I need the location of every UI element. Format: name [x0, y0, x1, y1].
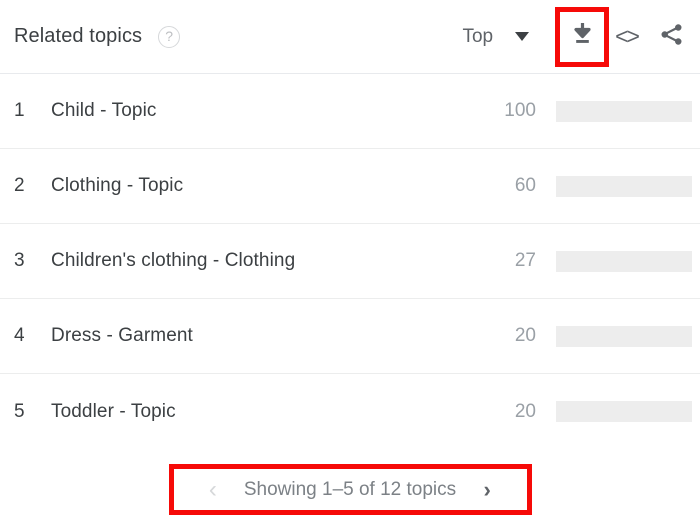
chevron-left-icon[interactable]: ‹	[196, 477, 230, 502]
row-bar-track	[556, 175, 692, 197]
row-bar-track	[556, 401, 692, 422]
row-topic-label[interactable]: Dress - Garment	[51, 325, 470, 347]
download-button[interactable]	[555, 6, 610, 67]
row-topic-label[interactable]: Child - Topic	[51, 100, 470, 122]
table-row[interactable]: 3 Children's clothing - Clothing 27	[0, 224, 700, 299]
embed-icon[interactable]: <>	[615, 23, 640, 50]
row-topic-label[interactable]: Children's clothing - Clothing	[51, 250, 470, 272]
row-topic-label[interactable]: Toddler - Topic	[51, 401, 470, 423]
table-row[interactable]: 2 Clothing - Topic 60	[0, 149, 700, 224]
related-topics-panel: Related topics ? Top <> 1 Child - Topic …	[0, 0, 700, 521]
row-topic-label[interactable]: Clothing - Topic	[51, 175, 470, 197]
row-bar-track	[556, 325, 692, 347]
row-value: 100	[504, 100, 536, 121]
panel-footer: ‹ Showing 1–5 of 12 topics ›	[0, 458, 700, 521]
row-bar-track	[556, 100, 692, 122]
chevron-right-icon[interactable]: ›	[470, 478, 504, 501]
share-icon	[659, 22, 684, 52]
pagination: ‹ Showing 1–5 of 12 topics ›	[168, 464, 532, 515]
page-title: Related topics	[14, 25, 143, 47]
row-value: 27	[514, 250, 536, 271]
table-row[interactable]: 5 Toddler - Topic 20	[0, 374, 700, 449]
row-rank: 3	[14, 250, 25, 271]
pagination-status: Showing 1–5 of 12 topics	[243, 478, 457, 500]
row-value: 20	[514, 400, 536, 422]
header-tools: Top <>	[462, 6, 688, 67]
row-rank: 5	[14, 400, 25, 422]
sort-dropdown-label[interactable]: Top	[462, 26, 493, 48]
row-rank: 4	[14, 325, 25, 346]
table-row[interactable]: 1 Child - Topic 100	[0, 74, 700, 149]
related-topics-list: 1 Child - Topic 100 2 Clothing - Topic 6…	[0, 74, 700, 449]
table-row[interactable]: 4 Dress - Garment 20	[0, 299, 700, 374]
row-bar-track	[556, 250, 692, 272]
row-rank: 1	[14, 100, 25, 121]
help-icon[interactable]: ?	[158, 25, 181, 48]
panel-header: Related topics ? Top <>	[0, 0, 700, 74]
row-value: 60	[514, 175, 536, 196]
download-icon	[572, 22, 593, 51]
row-rank: 2	[14, 175, 25, 196]
share-button[interactable]	[654, 20, 688, 54]
chevron-down-icon[interactable]	[515, 32, 530, 41]
row-value: 20	[514, 325, 536, 346]
